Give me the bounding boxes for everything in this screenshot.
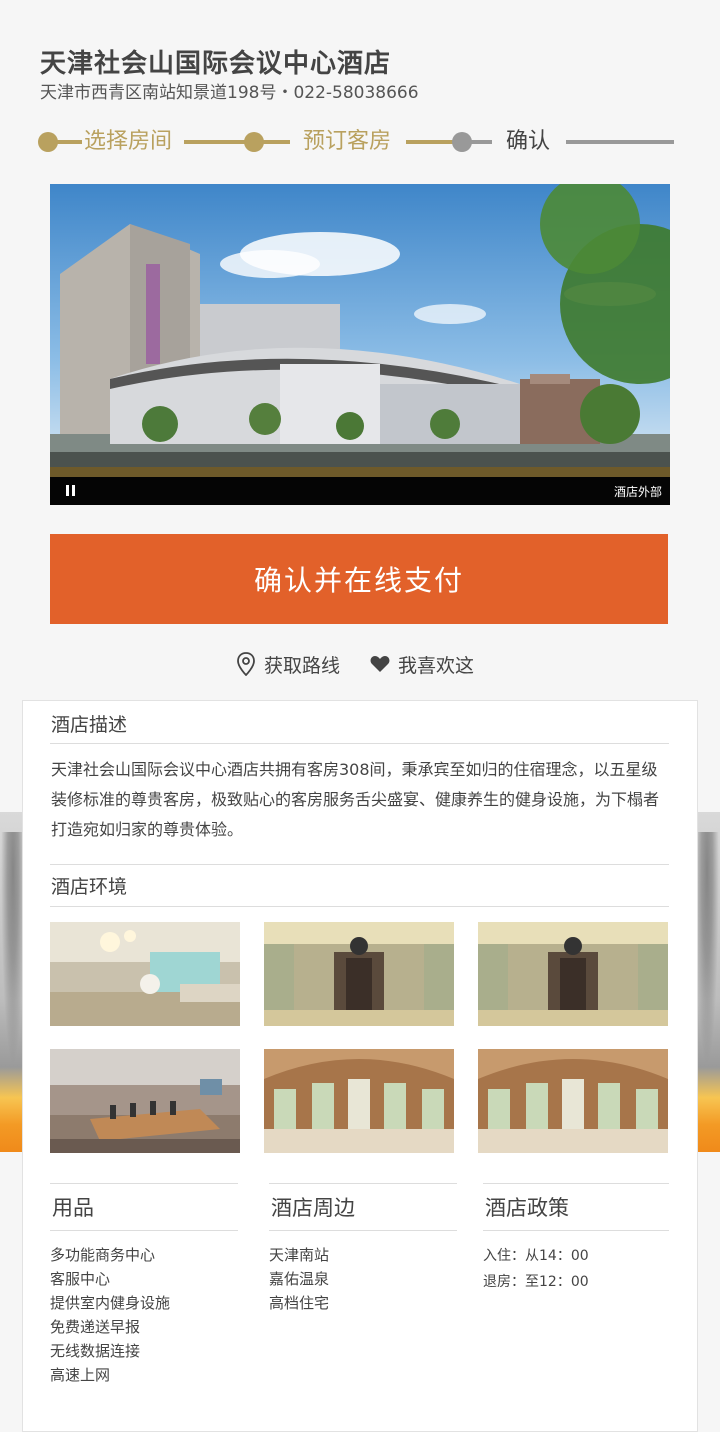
photo-caption: 酒店外部 bbox=[613, 485, 662, 499]
description-title: 酒店描述 bbox=[51, 714, 128, 736]
like-link[interactable]: 我喜欢这 bbox=[370, 651, 474, 678]
photo-lobby[interactable] bbox=[50, 922, 240, 1026]
checkout-time: 退房：至12：00 bbox=[483, 1274, 589, 1290]
photo-meeting-room[interactable] bbox=[50, 1049, 240, 1153]
quick-actions: 获取路线 我喜欢这 bbox=[236, 650, 474, 678]
pause-icon[interactable] bbox=[66, 485, 75, 496]
photo-elevator-hall[interactable] bbox=[264, 922, 454, 1026]
nearby-list: 天津南站 嘉佑温泉 高档住宅 bbox=[269, 1243, 457, 1315]
divider bbox=[50, 1230, 238, 1231]
photo-elevator-hall[interactable] bbox=[478, 922, 668, 1026]
divider bbox=[50, 864, 669, 865]
step-line bbox=[470, 140, 492, 144]
hotel-address: 天津市西青区南站知景道198号・022-58038666 bbox=[40, 83, 419, 103]
policy-details: 入住：从14：00 退房：至12：00 bbox=[483, 1243, 669, 1295]
booking-steps: 选择房间 预订客房 确认 bbox=[38, 128, 678, 158]
environment-title: 酒店环境 bbox=[51, 876, 128, 898]
nearby-section: 酒店周边 天津南站 嘉佑温泉 高档住宅 bbox=[269, 1183, 457, 1315]
list-item: 无线数据连接 bbox=[50, 1342, 141, 1360]
step-label-book-room[interactable]: 预订客房 bbox=[303, 128, 391, 156]
list-item: 高档住宅 bbox=[269, 1294, 330, 1312]
confirm-and-pay-button[interactable]: 确认并在线支付 bbox=[50, 534, 668, 624]
list-item: 高速上网 bbox=[50, 1366, 111, 1384]
get-directions-label: 获取路线 bbox=[264, 654, 341, 677]
amenities-section: 用品 多功能商务中心 客服中心 提供室内健身设施 免费递送早报 无线数据连接 高… bbox=[50, 1183, 238, 1387]
hotel-name: 天津社会山国际会议中心酒店 bbox=[40, 49, 392, 79]
step-line bbox=[56, 140, 82, 144]
hotel-photo-slideshow[interactable]: 酒店外部 bbox=[50, 184, 670, 505]
hotel-info-card: 酒店描述 天津社会山国际会议中心酒店共拥有客房308间，秉承宾至如归的住宿理念，… bbox=[22, 700, 698, 1432]
photo-restaurant[interactable] bbox=[264, 1049, 454, 1153]
list-item: 嘉佑温泉 bbox=[269, 1270, 330, 1288]
divider bbox=[269, 1183, 457, 1184]
list-item: 天津南站 bbox=[269, 1246, 330, 1264]
step-line bbox=[262, 140, 290, 144]
policy-section: 酒店政策 入住：从14：00 退房：至12：00 bbox=[483, 1183, 669, 1295]
list-item: 免费递送早报 bbox=[50, 1318, 141, 1336]
hotel-exterior-image bbox=[50, 184, 670, 477]
divider bbox=[50, 1183, 238, 1184]
divider bbox=[269, 1230, 457, 1231]
get-directions-link[interactable]: 获取路线 bbox=[236, 651, 340, 678]
list-item: 客服中心 bbox=[50, 1270, 111, 1288]
step-label-select-room[interactable]: 选择房间 bbox=[84, 128, 172, 156]
step-line bbox=[184, 140, 246, 144]
list-item: 提供室内健身设施 bbox=[50, 1294, 171, 1312]
list-item: 多功能商务中心 bbox=[50, 1246, 156, 1264]
divider bbox=[50, 906, 669, 907]
step-dot-3 bbox=[452, 132, 472, 152]
location-pin-icon bbox=[237, 652, 255, 676]
description-text: 天津社会山国际会议中心酒店共拥有客房308间，秉承宾至如归的住宿理念，以五星级装… bbox=[51, 760, 660, 839]
step-line bbox=[406, 140, 454, 144]
slideshow-control-bar: 酒店外部 bbox=[50, 477, 670, 505]
step-line bbox=[566, 140, 674, 144]
heart-icon bbox=[370, 656, 390, 672]
step-dot-2 bbox=[244, 132, 264, 152]
photo-restaurant[interactable] bbox=[478, 1049, 668, 1153]
checkin-time: 入住：从14：00 bbox=[483, 1248, 589, 1264]
amenities-title: 用品 bbox=[52, 1196, 94, 1220]
policy-title: 酒店政策 bbox=[485, 1196, 569, 1220]
step-label-confirm: 确认 bbox=[506, 129, 551, 154]
step-dot-1 bbox=[38, 132, 58, 152]
hotel-header: 天津社会山国际会议中心酒店 天津市西青区南站知景道198号・022-580386… bbox=[40, 46, 419, 104]
divider bbox=[483, 1183, 669, 1184]
divider bbox=[483, 1230, 669, 1231]
nearby-title: 酒店周边 bbox=[271, 1196, 355, 1220]
like-label: 我喜欢这 bbox=[398, 654, 475, 677]
amenities-list: 多功能商务中心 客服中心 提供室内健身设施 免费递送早报 无线数据连接 高速上网 bbox=[50, 1243, 238, 1387]
divider bbox=[50, 743, 669, 744]
